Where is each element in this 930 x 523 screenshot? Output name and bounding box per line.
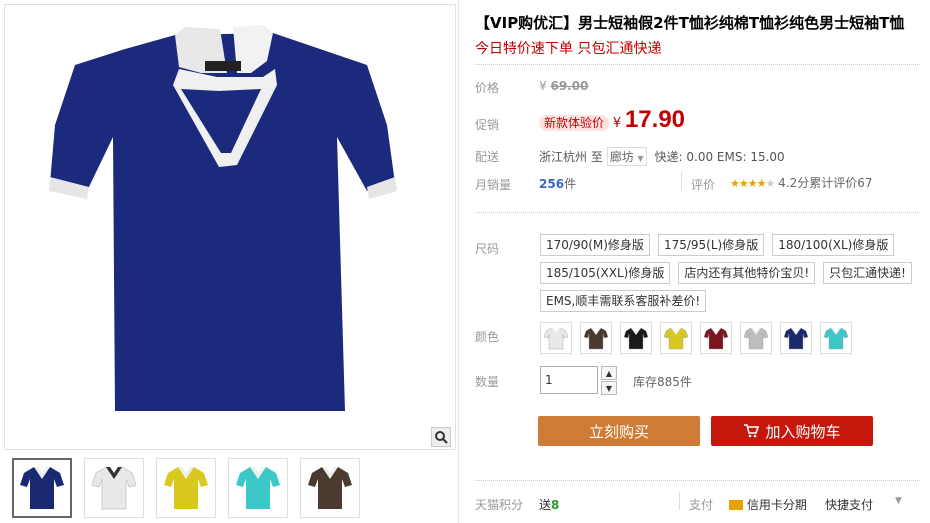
increment-icon[interactable]: ▲ (601, 366, 617, 380)
tshirt-icon (663, 327, 689, 350)
quantity-label: 数量 (475, 375, 500, 389)
original-price: ¥ 69.00 (539, 79, 588, 93)
thumbnail-yellow[interactable] (156, 458, 216, 518)
ship-to-word: 至 (590, 150, 603, 164)
credit-card-option[interactable]: 信用卡分期 (729, 496, 807, 513)
thumbnail-brown[interactable] (300, 458, 360, 518)
color-swatch[interactable] (580, 322, 612, 354)
divider (475, 480, 920, 481)
add-to-cart-label: 加入购物车 (765, 422, 841, 441)
destination-value: 廊坊 (609, 150, 634, 164)
tshirt-image (49, 25, 397, 411)
add-to-cart-button[interactable]: 加入购物车 (711, 416, 873, 446)
rating-text: 4.2分累计评价67 (778, 176, 873, 190)
shipping-fee: 快递: 0.00 EMS: 15.00 (654, 150, 785, 164)
tshirt-icon (583, 327, 609, 350)
star-rating-icon: ★★★★★ (730, 177, 775, 190)
color-swatch[interactable] (700, 322, 732, 354)
size-option[interactable]: 185/105(XXL)修身版 (540, 262, 671, 284)
product-gallery (0, 0, 458, 523)
color-swatch[interactable] (660, 322, 692, 354)
color-swatch[interactable] (540, 322, 572, 354)
express-pay-option[interactable]: 快捷支付 (825, 496, 873, 513)
chevron-down-icon[interactable]: ▼ (895, 496, 902, 506)
divider (475, 212, 920, 213)
color-swatch[interactable] (740, 322, 772, 354)
points-prefix: 送 (539, 498, 552, 512)
product-subtitle: 今日特价速下单 只包汇通快递 (475, 41, 662, 57)
tshirt-icon (543, 327, 569, 350)
tshirt-icon (823, 327, 849, 350)
express-pay-label: 快捷支付 (825, 498, 874, 512)
points-info: 送8 (539, 496, 559, 513)
thumbnail-white[interactable] (84, 458, 144, 518)
price-label: 价格 (475, 81, 500, 95)
zoom-icon[interactable] (431, 427, 451, 447)
review-label: 评价 (691, 178, 716, 192)
sales-count: 256件 (539, 175, 576, 192)
promo-price-value: 17.90 (624, 106, 686, 133)
tshirt-icon (703, 327, 729, 350)
color-swatch[interactable] (620, 322, 652, 354)
color-options (540, 322, 852, 354)
color-swatch[interactable] (820, 322, 852, 354)
promo-price: 新款体验价 ¥ 17.90 (539, 106, 685, 134)
promo-currency: ¥ (612, 116, 622, 131)
size-option[interactable]: 170/90(M)修身版 (540, 234, 650, 256)
quantity-input[interactable]: 1 (540, 366, 598, 394)
size-option[interactable]: 只包汇通快递! (823, 262, 912, 284)
size-options: 170/90(M)修身版 175/95(L)修身版 180/100(XL)修身版… (540, 234, 920, 312)
size-option[interactable]: 180/100(XL)修身版 (772, 234, 895, 256)
thumbnail-strip (12, 458, 360, 518)
shipping-info: 浙江杭州 至 廊坊 ▼ 快递: 0.00 EMS: 15.00 (539, 147, 785, 166)
size-option[interactable]: EMS,顺丰需联系客服补差价! (540, 290, 707, 312)
shipping-label: 配送 (475, 150, 500, 164)
credit-card-label: 信用卡分期 (746, 498, 807, 512)
divider (679, 492, 680, 510)
size-option[interactable]: 175/95(L)修身版 (657, 234, 765, 256)
stock-count: 库存885件 (633, 375, 692, 389)
size-label: 尺码 (475, 242, 500, 256)
sales-number: 256 (539, 177, 565, 191)
chevron-down-icon: ▼ (637, 154, 644, 163)
cart-icon (744, 424, 760, 438)
rating[interactable]: ★★★★★ 4.2分累计评价67 (730, 174, 873, 191)
tshirt-icon (623, 327, 649, 350)
points-label: 天猫积分 (475, 498, 524, 512)
promo-label: 促销 (475, 118, 500, 132)
divider (475, 64, 920, 65)
divider (681, 172, 682, 190)
credit-card-icon (729, 500, 743, 510)
thumbnail-cyan[interactable] (228, 458, 288, 518)
product-title: 【VIP购优汇】男士短袖假2件T恤衫纯棉T恤衫纯色男士短袖T恤 (475, 14, 905, 32)
main-product-image[interactable] (4, 4, 456, 450)
tshirt-icon (743, 327, 769, 350)
original-price-value: 69.00 (550, 79, 589, 93)
product-info-panel: 【VIP购优汇】男士短袖假2件T恤衫纯棉T恤衫纯色男士短袖T恤 今日特价速下单 … (458, 0, 930, 523)
buy-now-button[interactable]: 立刻购买 (538, 416, 700, 446)
thumbnail-navy[interactable] (12, 458, 72, 518)
sales-label: 月销量 (475, 178, 512, 192)
destination-select[interactable]: 廊坊 ▼ (606, 147, 647, 166)
pay-label: 支付 (689, 498, 714, 512)
color-swatch[interactable] (780, 322, 812, 354)
decrement-icon[interactable]: ▼ (601, 381, 617, 395)
sales-unit: 件 (564, 177, 577, 191)
tshirt-icon (783, 327, 809, 350)
size-option[interactable]: 店内还有其他特价宝贝! (678, 262, 816, 284)
color-label: 颜色 (475, 330, 500, 344)
currency-symbol: ¥ (539, 79, 547, 93)
ship-from: 浙江杭州 (539, 150, 588, 164)
points-value: 8 (551, 498, 560, 512)
promo-tag: 新款体验价 (539, 115, 610, 131)
